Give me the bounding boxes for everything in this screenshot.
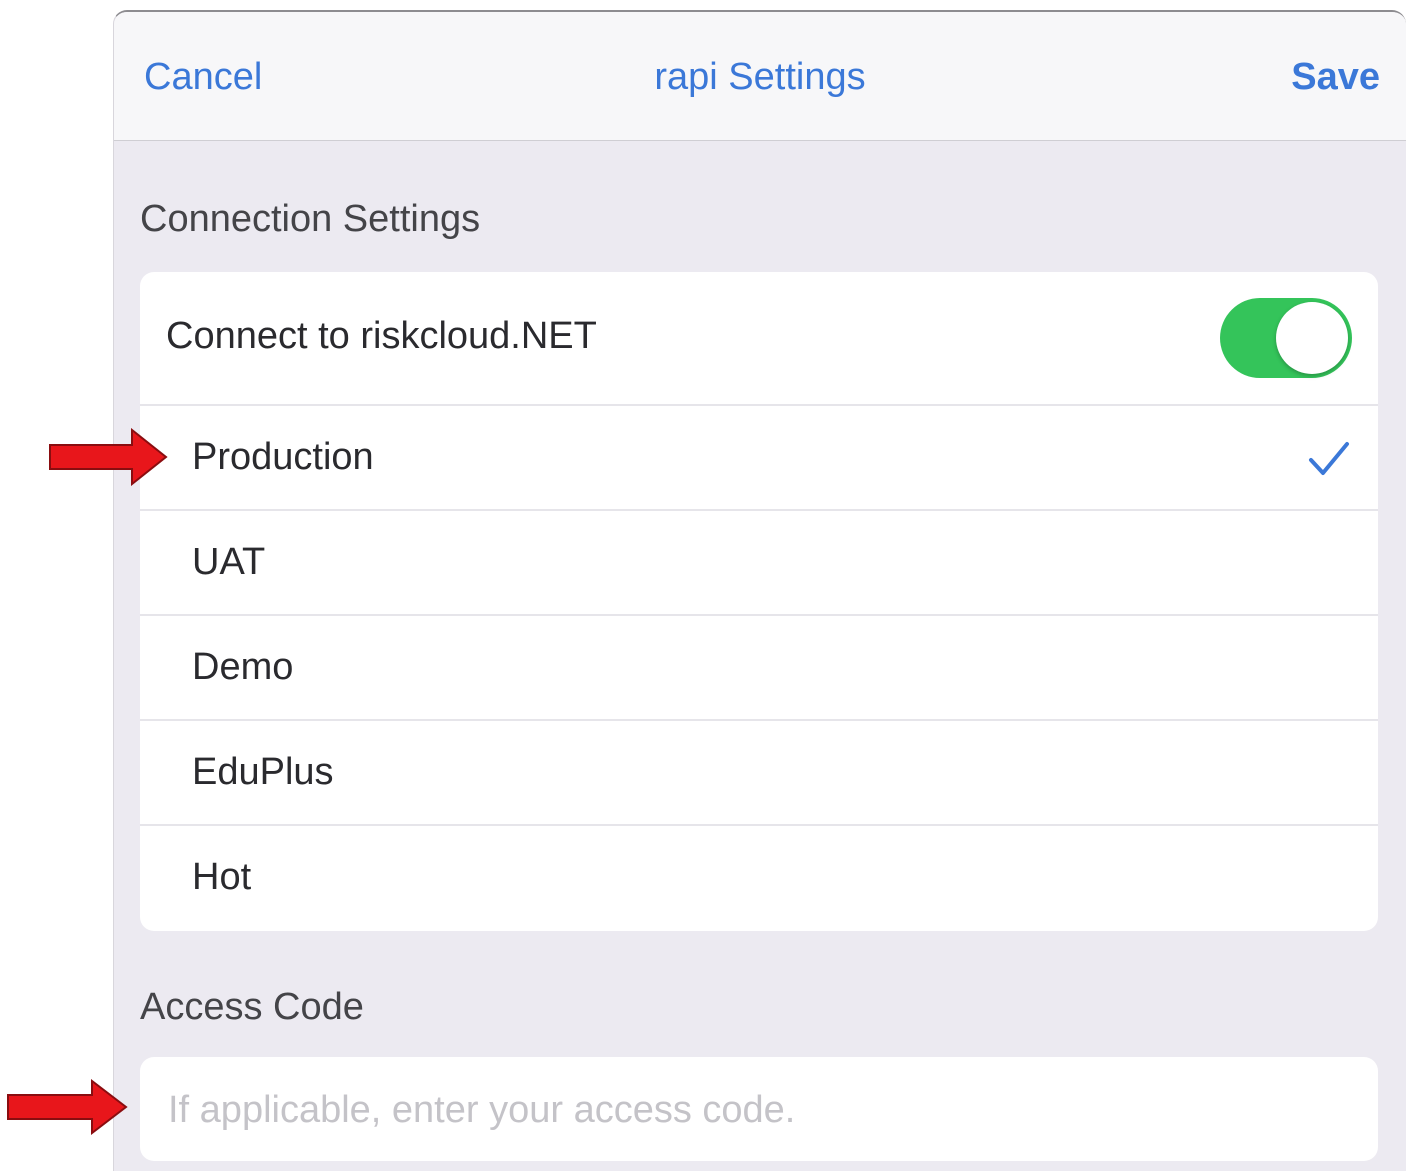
access-code-header: Access Code bbox=[140, 986, 364, 1028]
environment-item-production[interactable]: Production bbox=[140, 406, 1378, 511]
environment-label: Demo bbox=[192, 646, 294, 688]
red-arrow-icon bbox=[7, 1079, 128, 1135]
environment-item-eduplus[interactable]: EduPlus bbox=[140, 721, 1378, 826]
environment-label: EduPlus bbox=[192, 751, 334, 793]
connect-label: Connect to riskcloud.NET bbox=[166, 315, 597, 357]
environment-label: Hot bbox=[192, 856, 252, 898]
environment-item-hot[interactable]: Hot bbox=[140, 826, 1378, 931]
connect-toggle[interactable] bbox=[1220, 298, 1352, 378]
checkmark-icon bbox=[1309, 442, 1349, 475]
connection-settings-header: Connection Settings bbox=[140, 198, 481, 240]
navigation-bar: Cancel rapi Settings Save bbox=[114, 12, 1406, 141]
connection-settings-group: Connect to riskcloud.NET Production UAT … bbox=[140, 272, 1378, 931]
red-arrow-icon bbox=[49, 428, 168, 486]
access-code-field bbox=[140, 1057, 1378, 1163]
toggle-knob bbox=[1276, 302, 1348, 374]
access-code-input[interactable] bbox=[166, 1057, 1350, 1163]
environment-item-uat[interactable]: UAT bbox=[140, 511, 1378, 616]
connect-row: Connect to riskcloud.NET bbox=[140, 272, 1378, 406]
settings-screen: Cancel rapi Settings Save Connection Set… bbox=[113, 10, 1406, 1171]
environment-label: UAT bbox=[192, 541, 266, 583]
save-button[interactable]: Save bbox=[1291, 56, 1380, 99]
environment-label: Production bbox=[192, 436, 374, 478]
page-title: rapi Settings bbox=[654, 56, 866, 98]
environment-item-demo[interactable]: Demo bbox=[140, 616, 1378, 721]
